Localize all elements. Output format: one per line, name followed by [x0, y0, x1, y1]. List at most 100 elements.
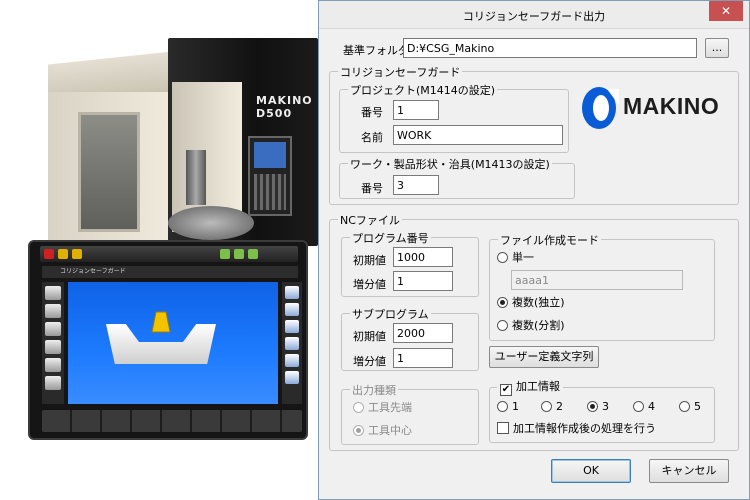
tablet-right-toolbar: [282, 282, 302, 404]
tablet-view-icon: [285, 371, 299, 384]
user-defined-strings-button[interactable]: ユーザー定義文字列: [489, 346, 599, 368]
tablet-status-led: [234, 249, 244, 259]
tablet-toolbar: [40, 246, 298, 262]
file-mode-title: ファイル作成モード: [498, 232, 601, 248]
radio-indicator: [541, 401, 552, 412]
file-mode-split-radio[interactable]: 複数(分割): [497, 319, 565, 333]
dialog-title: コリジョンセーフガード出力: [462, 10, 606, 23]
control-panel-screen: [254, 142, 286, 168]
product-photo: MAKINO D500 コリジョンセーフガード: [0, 0, 318, 500]
workpiece-number-input[interactable]: 3: [393, 175, 439, 195]
program-number-title: プログラム番号: [350, 230, 431, 246]
tablet-3d-view: [68, 282, 278, 404]
tablet-tool-icon: [45, 340, 61, 354]
program-initial-label: 初期値: [353, 254, 386, 267]
tablet-tool-icon: [45, 358, 61, 372]
tool-model-icon: [151, 311, 171, 333]
output-type-tip-label: 工具先端: [368, 401, 412, 414]
control-panel-keys: [254, 174, 286, 210]
machining-info-radio-1[interactable]: 1: [497, 400, 519, 414]
machining-info-radio-label: 4: [648, 400, 655, 413]
post-process-label: 加工情報作成後の処理を行う: [513, 422, 656, 435]
machining-info-radio-label: 5: [694, 400, 701, 413]
tablet-window-title: コリジョンセーフガード: [42, 266, 298, 278]
tablet-view-icon: [285, 303, 299, 316]
makino-logo: MAKINO: [579, 83, 719, 135]
output-type-title: 出力種類: [350, 382, 398, 398]
machine-logo: MAKINO D500: [256, 94, 313, 120]
machining-info-checkbox[interactable]: ✔ 加工情報: [497, 380, 563, 396]
post-process-checkbox[interactable]: 加工情報作成後の処理を行う: [497, 422, 656, 436]
project-number-input[interactable]: 1: [393, 100, 439, 120]
output-type-center-label: 工具中心: [368, 424, 412, 437]
machining-info-label: 加工情報: [516, 380, 560, 393]
csg-output-dialog: コリジョンセーフガード出力 ✕ 基準フォルダ D:¥CSG_Makino ...…: [318, 0, 750, 500]
project-group-title: プロジェクト(M1414の設定): [348, 82, 498, 98]
machining-info-radio-2[interactable]: 2: [541, 400, 563, 414]
machine-door-window: [78, 112, 140, 232]
machine-rotary-table: [168, 206, 254, 240]
program-increment-label: 増分値: [353, 278, 386, 291]
radio-indicator: [353, 425, 364, 436]
file-mode-split-label: 複数(分割): [512, 319, 565, 332]
tablet-status-led: [72, 249, 82, 259]
nc-file-group-title: NCファイル: [338, 212, 402, 228]
tablet-tool-icon: [45, 322, 61, 336]
machining-info-radio-3[interactable]: 3: [587, 400, 609, 414]
subprogram-initial-input[interactable]: 2000: [393, 323, 453, 343]
program-increment-input[interactable]: 1: [393, 271, 453, 291]
radio-indicator: [353, 402, 364, 413]
subprogram-increment-label: 増分値: [353, 355, 386, 368]
tablet-screen: コリジョンセーフガード: [28, 240, 308, 440]
radio-indicator: [679, 401, 690, 412]
base-folder-label: 基準フォルダ: [343, 44, 409, 57]
makino-logo-mark: [582, 87, 619, 129]
close-button[interactable]: ✕: [709, 1, 743, 21]
machining-info-radio-label: 3: [602, 400, 609, 413]
machine-control-panel: [248, 136, 292, 216]
tablet-status-led: [220, 249, 230, 259]
tablet-view-icon: [285, 337, 299, 350]
dialog-titlebar: コリジョンセーフガード出力 ✕: [319, 1, 749, 29]
machine-spindle: [186, 150, 206, 205]
workpiece-group-title: ワーク・製品形状・治具(M1413の設定): [348, 156, 552, 172]
output-type-tip-radio[interactable]: 工具先端: [353, 401, 412, 415]
tablet-tool-icon: [45, 286, 61, 300]
machining-info-radio-5[interactable]: 5: [679, 400, 701, 414]
makino-logo-text: MAKINO: [623, 93, 720, 119]
output-type-center-radio[interactable]: 工具中心: [353, 424, 412, 438]
subprogram-initial-label: 初期値: [353, 330, 386, 343]
tablet-left-toolbar: [42, 282, 64, 404]
radio-indicator: [497, 401, 508, 412]
tablet-view-icon: [285, 354, 299, 367]
project-name-input[interactable]: WORK: [393, 125, 563, 145]
program-initial-input[interactable]: 1000: [393, 247, 453, 267]
subprogram-increment-input[interactable]: 1: [393, 348, 453, 368]
base-folder-input[interactable]: D:¥CSG_Makino: [403, 38, 697, 58]
csg-group-title: コリジョンセーフガード: [338, 64, 463, 80]
machining-info-radio-4[interactable]: 4: [633, 400, 655, 414]
radio-indicator: [497, 252, 508, 263]
radio-indicator: [497, 297, 508, 308]
tablet-status-led: [44, 249, 54, 259]
checkbox-indicator: ✔: [500, 384, 512, 396]
checkbox-indicator: [497, 422, 509, 434]
tablet-view-icon: [285, 320, 299, 333]
workpiece-number-label: 番号: [361, 182, 383, 195]
ok-button[interactable]: OK: [551, 459, 631, 483]
cancel-button[interactable]: キャンセル: [649, 459, 729, 483]
tablet-tool-icon: [45, 304, 61, 318]
subprogram-title: サブプログラム: [350, 306, 431, 322]
tablet-softkey-bar: [42, 410, 302, 432]
machining-info-radio-label: 2: [556, 400, 563, 413]
file-mode-independent-radio[interactable]: 複数(独立): [497, 296, 565, 310]
project-name-label: 名前: [361, 131, 383, 144]
radio-indicator: [587, 401, 598, 412]
single-filename-input[interactable]: aaaa1: [511, 270, 683, 290]
browse-button[interactable]: ...: [705, 38, 729, 58]
radio-indicator: [633, 401, 644, 412]
machining-info-radio-label: 1: [512, 400, 519, 413]
radio-indicator: [497, 320, 508, 331]
file-mode-single-radio[interactable]: 単一: [497, 251, 534, 265]
tablet-tool-icon: [45, 376, 61, 390]
